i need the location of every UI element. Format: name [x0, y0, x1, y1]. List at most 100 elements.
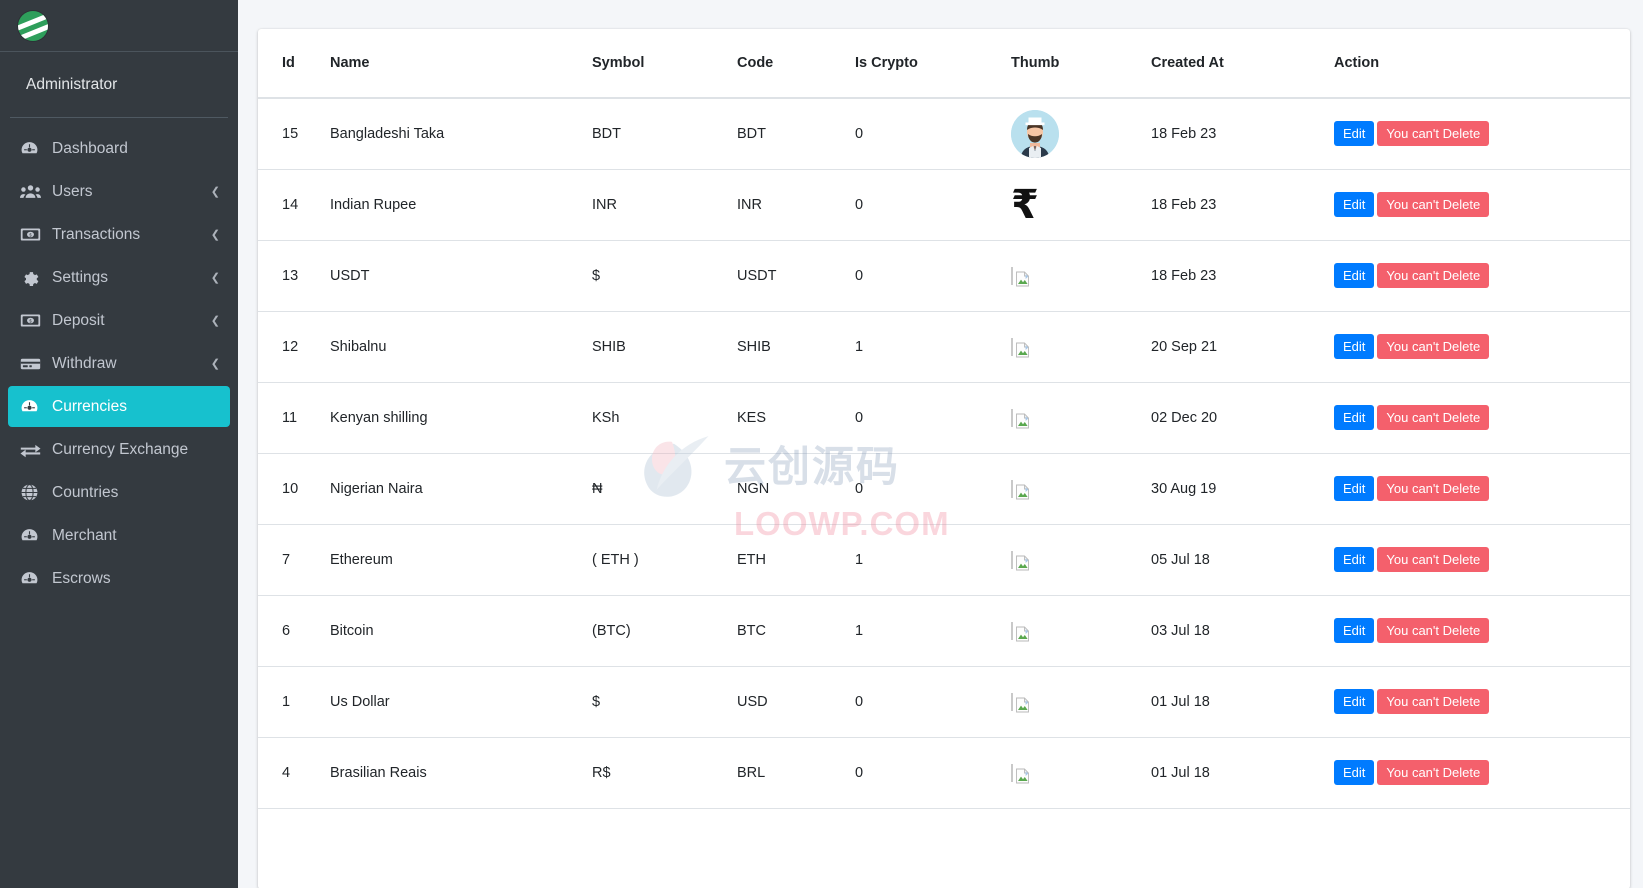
admin-page: Administrator Dashboard Users ❮ $ Transactio… — [0, 0, 1643, 888]
broken-image-thumbnail — [1011, 408, 1029, 428]
dashboard-icon — [20, 569, 44, 588]
cell-thumb — [1011, 524, 1151, 596]
sidebar-item-users[interactable]: Users ❮ — [8, 171, 230, 212]
sidebar-item-label: Transactions — [52, 225, 141, 243]
sidebar-item-currency-exchange[interactable]: Currency Exchange — [8, 429, 230, 470]
column-header-is-crypto[interactable]: Is Crypto — [855, 29, 1011, 99]
sidebar-item-deposit[interactable]: $ Deposit ❮ — [8, 300, 230, 341]
broken-image-thumbnail — [1011, 550, 1029, 570]
sidebar-item-escrows[interactable]: Escrows — [8, 558, 230, 599]
cell-code: NGN — [737, 453, 855, 525]
sidebar-item-label: Users — [52, 182, 93, 200]
cell-thumb — [1011, 666, 1151, 738]
chevron-left-icon: ❮ — [210, 186, 220, 198]
cell-thumb — [1011, 453, 1151, 525]
sidebar-user-panel: Administrator — [10, 52, 228, 118]
cell-symbol: $ — [592, 240, 737, 312]
cell-created-at: 01 Jul 18 — [1151, 666, 1334, 738]
cell-created-at: 03 Jul 18 — [1151, 595, 1334, 667]
cell-action: Edit You can't Delete — [1334, 453, 1630, 525]
cell-id: 15 — [258, 98, 330, 170]
sidebar-item-merchant[interactable]: Merchant — [8, 515, 230, 556]
cell-symbol: INR — [592, 169, 737, 241]
edit-button[interactable]: Edit — [1334, 476, 1375, 501]
chevron-left-icon: ❮ — [210, 272, 220, 284]
edit-button[interactable]: Edit — [1334, 689, 1375, 714]
sidebar-item-settings[interactable]: Settings ❮ — [8, 257, 230, 298]
globe-icon — [20, 483, 44, 502]
cell-action: Edit You can't Delete — [1334, 737, 1630, 809]
cell-created-at: 20 Sep 21 — [1151, 311, 1334, 383]
sidebar-item-transactions[interactable]: $ Transactions ❮ — [8, 214, 230, 255]
sidebar-item-label: Merchant — [52, 526, 117, 544]
cell-code: USD — [737, 666, 855, 738]
cannot-delete-button[interactable]: You can't Delete — [1377, 618, 1490, 643]
chevron-left-icon: ❮ — [210, 315, 220, 327]
sidebar-item-withdraw[interactable]: Withdraw ❮ — [8, 343, 230, 384]
edit-button[interactable]: Edit — [1334, 760, 1375, 785]
cannot-delete-button[interactable]: You can't Delete — [1377, 476, 1490, 501]
credit-card-icon — [20, 357, 44, 371]
cell-created-at: 30 Aug 19 — [1151, 453, 1334, 525]
cannot-delete-button[interactable]: You can't Delete — [1377, 263, 1490, 288]
app-logo-icon — [18, 10, 48, 41]
cannot-delete-button[interactable]: You can't Delete — [1377, 405, 1490, 430]
cell-id: 6 — [258, 595, 330, 667]
cell-code: USDT — [737, 240, 855, 312]
avatar-thumbnail — [1011, 109, 1059, 158]
column-header-code[interactable]: Code — [737, 29, 855, 99]
sidebar-brand[interactable] — [0, 0, 238, 52]
cell-symbol: (BTC) — [592, 595, 737, 667]
sidebar-item-countries[interactable]: Countries — [8, 472, 230, 513]
cell-action: Edit You can't Delete — [1334, 311, 1630, 383]
cell-thumb — [1011, 737, 1151, 809]
cell-created-at: 18 Feb 23 — [1151, 98, 1334, 170]
column-header-id[interactable]: Id — [258, 29, 330, 99]
cannot-delete-button[interactable]: You can't Delete — [1377, 760, 1490, 785]
cannot-delete-button[interactable]: You can't Delete — [1377, 547, 1490, 572]
cell-name: USDT — [330, 240, 592, 312]
sidebar-item-currencies[interactable]: Currencies — [8, 386, 230, 427]
table-row: 11 Kenyan shilling KSh KES 0 02 Dec 20 Edit You… — [258, 382, 1630, 454]
table-row: 12 Shibalnu SHIB SHIB 1 20 Sep 21 Edit You can'… — [258, 311, 1630, 383]
column-header-name[interactable]: Name — [330, 29, 592, 99]
cannot-delete-button[interactable]: You can't Delete — [1377, 192, 1490, 217]
cell-code: ETH — [737, 524, 855, 596]
edit-button[interactable]: Edit — [1334, 547, 1375, 572]
chevron-left-icon: ❮ — [210, 229, 220, 241]
table-row: 6 Bitcoin (BTC) BTC 1 03 Jul 18 Edit You can't … — [258, 595, 1630, 667]
cell-name: Kenyan shilling — [330, 382, 592, 454]
column-header-created-at[interactable]: Created At — [1151, 29, 1334, 99]
cell-symbol: KSh — [592, 382, 737, 454]
edit-button[interactable]: Edit — [1334, 263, 1375, 288]
edit-button[interactable]: Edit — [1334, 334, 1375, 359]
edit-button[interactable]: Edit — [1334, 405, 1375, 430]
cell-name: Brasilian Reais — [330, 737, 592, 809]
cell-name: Indian Rupee — [330, 169, 592, 241]
cannot-delete-button[interactable]: You can't Delete — [1377, 689, 1490, 714]
edit-button[interactable]: Edit — [1334, 618, 1375, 643]
edit-button[interactable]: Edit — [1334, 192, 1375, 217]
sidebar-item-label: Withdraw — [52, 354, 117, 372]
cell-name: Ethereum — [330, 524, 592, 596]
table-row: 10 Nigerian Naira ₦ NGN 0 30 Aug 19 Edit You ca… — [258, 453, 1630, 525]
column-header-symbol[interactable]: Symbol — [592, 29, 737, 99]
broken-image-thumbnail — [1011, 337, 1029, 357]
sidebar-item-dashboard[interactable]: Dashboard — [8, 128, 230, 169]
table-row: 7 Ethereum( ETH ) ETH 1 05 Jul 18 Edit You can… — [258, 524, 1630, 596]
cell-id: 13 — [258, 240, 330, 312]
cannot-delete-button[interactable]: You can't Delete — [1377, 121, 1490, 147]
cell-action: Edit You can't Delete — [1334, 240, 1630, 312]
sidebar-item-label: Dashboard — [52, 139, 128, 157]
cell-id: 10 — [258, 453, 330, 525]
edit-button[interactable]: Edit — [1334, 121, 1375, 147]
cell-symbol: $ — [592, 666, 737, 738]
cell-is-crypto: 0 — [855, 240, 1011, 312]
dashboard-icon — [20, 526, 44, 545]
dashboard-icon — [20, 397, 44, 416]
column-header-thumb[interactable]: Thumb — [1011, 29, 1151, 99]
cell-is-crypto: 1 — [855, 595, 1011, 667]
sidebar-item-label: Countries — [52, 483, 119, 501]
cannot-delete-button[interactable]: You can't Delete — [1377, 334, 1490, 359]
cell-action: Edit You can't Delete — [1334, 524, 1630, 596]
